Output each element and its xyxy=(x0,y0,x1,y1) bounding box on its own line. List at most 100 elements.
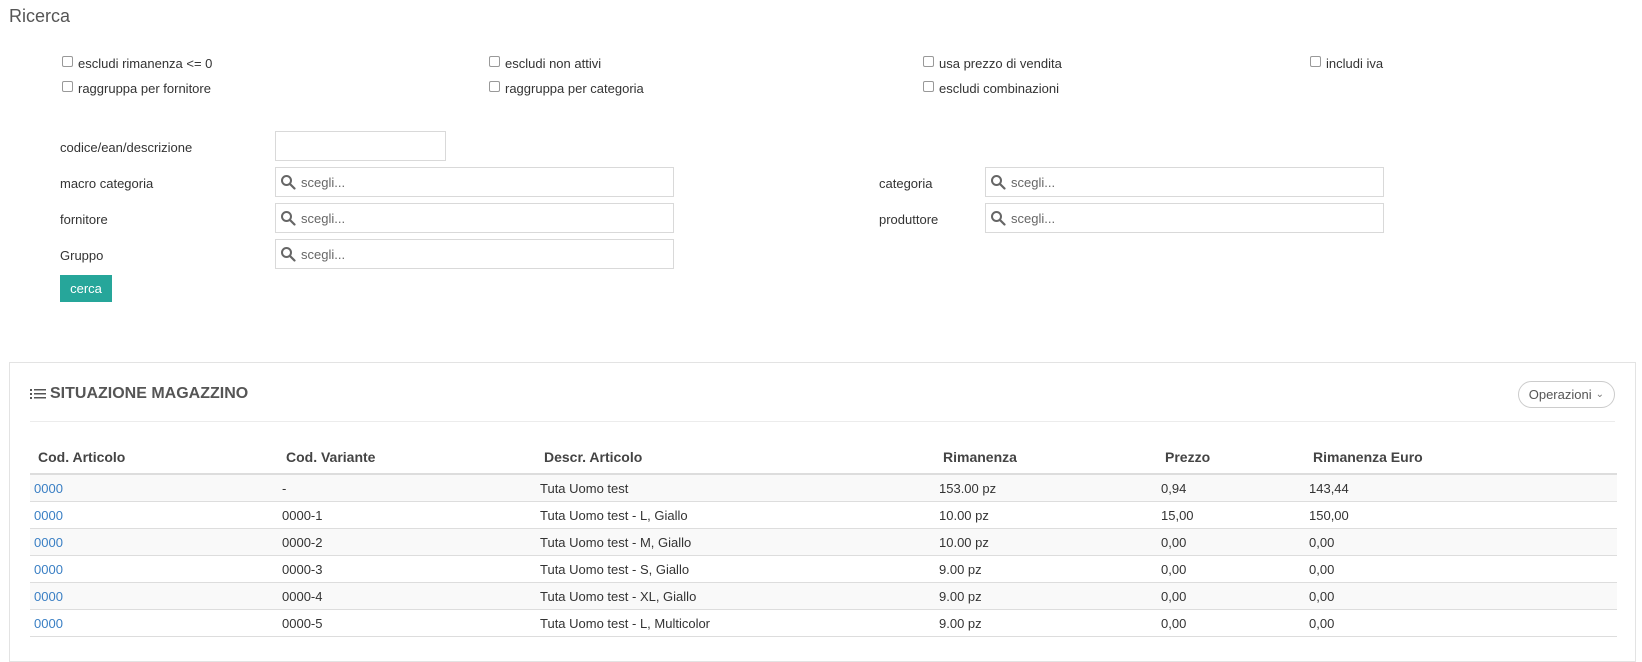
checkbox-usa-prezzo-vendita[interactable]: usa prezzo di vendita xyxy=(923,56,1062,71)
table-row: 0000 0000-5 Tuta Uomo test - L, Multicol… xyxy=(30,609,1617,637)
operations-label: Operazioni xyxy=(1528,387,1592,402)
checkbox-box[interactable] xyxy=(62,56,73,67)
checkbox-box[interactable] xyxy=(489,81,500,92)
categoria-label: categoria xyxy=(879,176,933,191)
cell-descr-articolo: Tuta Uomo test - XL, Giallo xyxy=(536,582,935,610)
cell-cod-variante: 0000-1 xyxy=(278,501,536,529)
categoria-select[interactable]: scegli... xyxy=(985,167,1384,197)
checkbox-box[interactable] xyxy=(62,81,73,92)
fornitore-select[interactable]: scegli... xyxy=(275,203,674,233)
col-header-rimanenza-euro[interactable]: Rimanenza Euro xyxy=(1305,441,1617,475)
operations-button[interactable]: Operazioni ⌄ xyxy=(1517,381,1615,408)
table-row: 0000 - Tuta Uomo test 153.00 pz 0,94 143… xyxy=(30,474,1617,502)
article-link[interactable]: 0000 xyxy=(34,481,63,496)
macro-categoria-label: macro categoria xyxy=(60,176,154,191)
search-icon xyxy=(991,175,1006,190)
checkbox-label: escludi rimanenza <= 0 xyxy=(78,56,213,71)
checkbox-box[interactable] xyxy=(923,81,934,92)
cell-cod-variante: 0000-5 xyxy=(278,609,536,637)
cell-prezzo: 0,00 xyxy=(1157,609,1305,637)
table-row: 0000 0000-4 Tuta Uomo test - XL, Giallo … xyxy=(30,582,1617,610)
cell-prezzo: 0,94 xyxy=(1157,474,1305,502)
checkbox-box[interactable] xyxy=(489,56,500,67)
article-link[interactable]: 0000 xyxy=(34,589,63,604)
checkbox-escludi-rimanenza[interactable]: escludi rimanenza <= 0 xyxy=(62,56,212,71)
cell-descr-articolo: Tuta Uomo test - L, Giallo xyxy=(536,501,935,529)
page-title: Ricerca xyxy=(9,6,71,26)
cell-rimanenza: 153.00 pz xyxy=(935,474,1157,502)
stock-table: Cod. Articolo Cod. Variante Descr. Artic… xyxy=(30,441,1617,637)
cell-cod-articolo: 0000 xyxy=(30,582,278,610)
macro-categoria-placeholder: scegli... xyxy=(301,174,346,190)
code-input[interactable] xyxy=(275,131,446,161)
cell-rimanenza-euro: 143,44 xyxy=(1305,474,1617,502)
cell-cod-articolo: 0000 xyxy=(30,609,278,637)
checkbox-raggruppa-categoria[interactable]: raggruppa per categoria xyxy=(489,81,644,96)
cell-prezzo: 0,00 xyxy=(1157,582,1305,610)
cell-cod-articolo: 0000 xyxy=(30,555,278,583)
cell-cod-variante: - xyxy=(278,474,536,502)
cell-rimanenza-euro: 0,00 xyxy=(1305,609,1617,637)
checkbox-label: escludi non attivi xyxy=(505,56,602,71)
cell-rimanenza: 9.00 pz xyxy=(935,555,1157,583)
cell-cod-variante: 0000-2 xyxy=(278,528,536,556)
fornitore-placeholder: scegli... xyxy=(301,210,346,226)
article-link[interactable]: 0000 xyxy=(34,616,63,631)
cell-descr-articolo: Tuta Uomo test - L, Multicolor xyxy=(536,609,935,637)
cell-rimanenza-euro: 0,00 xyxy=(1305,555,1617,583)
code-label: codice/ean/descrizione xyxy=(60,140,193,155)
cell-cod-variante: 0000-3 xyxy=(278,555,536,583)
col-header-rimanenza[interactable]: Rimanenza xyxy=(935,441,1157,475)
gruppo-select[interactable]: scegli... xyxy=(275,239,674,269)
macro-categoria-select[interactable]: scegli... xyxy=(275,167,674,197)
panel-divider xyxy=(30,421,1615,422)
article-link[interactable]: 0000 xyxy=(34,562,63,577)
checkbox-box[interactable] xyxy=(923,56,934,67)
col-header-cod-articolo[interactable]: Cod. Articolo xyxy=(30,441,278,475)
produttore-select[interactable]: scegli... xyxy=(985,203,1384,233)
panel-title: SITUAZIONE MAGAZZINO xyxy=(50,385,249,402)
categoria-placeholder: scegli... xyxy=(1011,174,1056,190)
cell-prezzo: 0,00 xyxy=(1157,528,1305,556)
list-icon xyxy=(30,389,46,399)
search-icon xyxy=(991,211,1006,226)
table-header-row: Cod. Articolo Cod. Variante Descr. Artic… xyxy=(30,441,1617,475)
checkbox-includi-iva[interactable]: includi iva xyxy=(1310,56,1383,71)
gruppo-placeholder: scegli... xyxy=(301,246,346,262)
article-link[interactable]: 0000 xyxy=(34,508,63,523)
col-header-descr-articolo[interactable]: Descr. Articolo xyxy=(536,441,935,475)
col-header-cod-variante[interactable]: Cod. Variante xyxy=(278,441,536,475)
checkbox-box[interactable] xyxy=(1310,56,1321,67)
cell-rimanenza: 10.00 pz xyxy=(935,528,1157,556)
table-row: 0000 0000-3 Tuta Uomo test - S, Giallo 9… xyxy=(30,555,1617,583)
cell-cod-articolo: 0000 xyxy=(30,501,278,529)
search-button[interactable]: cerca xyxy=(60,275,112,302)
produttore-label: produttore xyxy=(879,212,939,227)
search-icon xyxy=(281,247,296,262)
cell-rimanenza-euro: 0,00 xyxy=(1305,528,1617,556)
cell-cod-variante: 0000-4 xyxy=(278,582,536,610)
checkbox-raggruppa-fornitore[interactable]: raggruppa per fornitore xyxy=(62,81,211,96)
cell-rimanenza: 10.00 pz xyxy=(935,501,1157,529)
checkbox-label: escludi combinazioni xyxy=(939,81,1059,96)
search-icon xyxy=(281,211,296,226)
gruppo-label: Gruppo xyxy=(60,248,104,263)
cell-descr-articolo: Tuta Uomo test - M, Giallo xyxy=(536,528,935,556)
checkbox-label: raggruppa per categoria xyxy=(505,81,644,96)
cell-rimanenza-euro: 0,00 xyxy=(1305,582,1617,610)
cell-descr-articolo: Tuta Uomo test - S, Giallo xyxy=(536,555,935,583)
table-row: 0000 0000-1 Tuta Uomo test - L, Giallo 1… xyxy=(30,501,1617,529)
article-link[interactable]: 0000 xyxy=(34,535,63,550)
checkbox-escludi-non-attivi[interactable]: escludi non attivi xyxy=(489,56,601,71)
checkbox-label: usa prezzo di vendita xyxy=(939,56,1062,71)
chevron-down-icon: ⌄ xyxy=(1595,389,1604,400)
col-header-prezzo[interactable]: Prezzo xyxy=(1157,441,1305,475)
table-row: 0000 0000-2 Tuta Uomo test - M, Giallo 1… xyxy=(30,528,1617,556)
cell-prezzo: 15,00 xyxy=(1157,501,1305,529)
cell-rimanenza: 9.00 pz xyxy=(935,609,1157,637)
search-icon xyxy=(281,175,296,190)
cell-cod-articolo: 0000 xyxy=(30,528,278,556)
cell-rimanenza: 9.00 pz xyxy=(935,582,1157,610)
fornitore-label: fornitore xyxy=(60,212,108,227)
checkbox-escludi-combinazioni[interactable]: escludi combinazioni xyxy=(923,81,1059,96)
